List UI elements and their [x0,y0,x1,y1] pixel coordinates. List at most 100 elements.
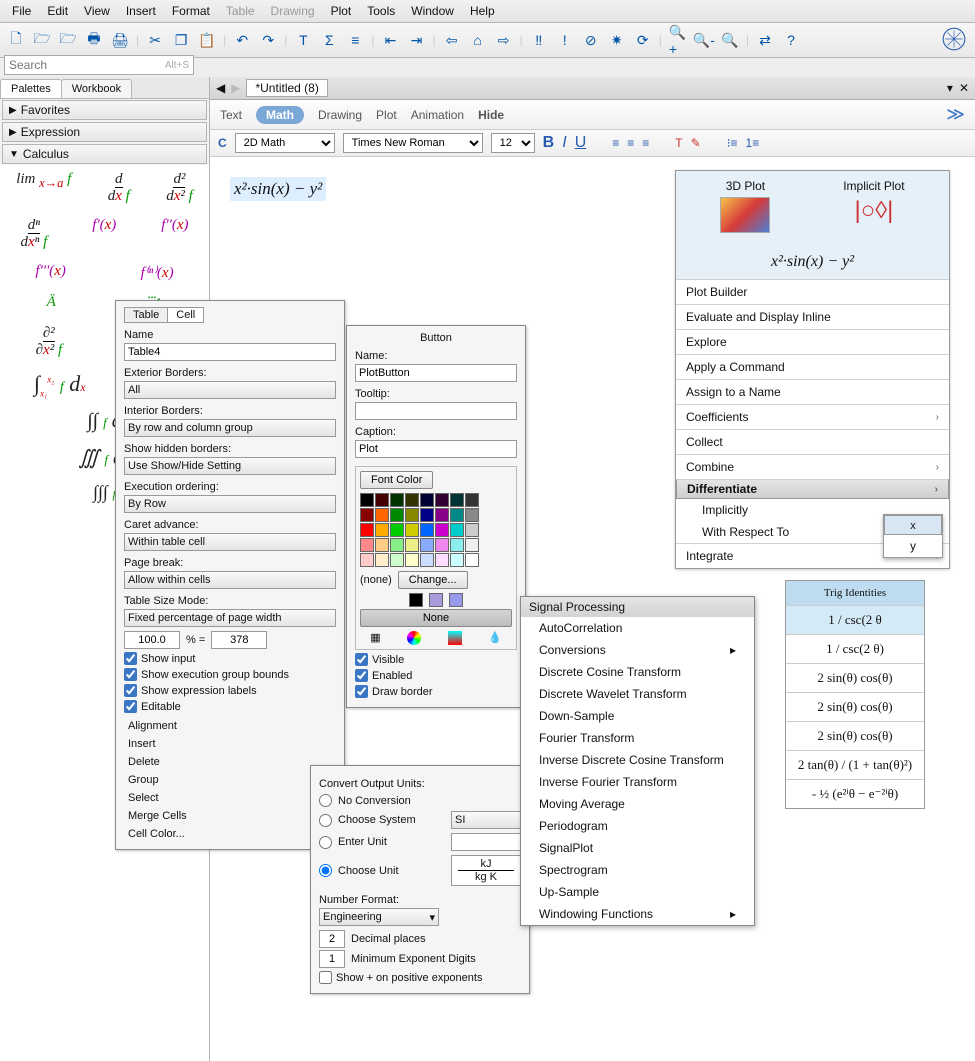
italic-icon[interactable]: I [562,134,566,152]
enterunit-radio[interactable] [319,836,332,849]
stop-icon[interactable]: ⊘ [581,30,601,50]
calc-limit[interactable]: lim x→a f [16,171,71,205]
menu-plot[interactable]: Plot [325,2,358,20]
menu-edit[interactable]: Edit [41,2,74,20]
restart-icon[interactable]: ⟳ [633,30,653,50]
ctx-explore[interactable]: Explore [676,329,949,354]
bullets-icon[interactable]: ⁝≡ [727,136,738,150]
decimals-input[interactable] [319,930,345,948]
action-alignment[interactable]: Alignment [124,717,336,735]
math-mode-select[interactable]: 2D Math [235,133,335,153]
calc-fn[interactable]: f⁽ⁿ⁾(x) [141,263,174,282]
ext-borders-select[interactable]: All [124,381,336,399]
choosesys-radio[interactable] [319,814,332,827]
search-input[interactable]: Search Alt+S [4,55,194,75]
calc-dndxn[interactable]: dⁿdxⁿ f [20,217,47,251]
sp-ift[interactable]: Inverse Fourier Transform [521,771,754,793]
show-group-check[interactable] [124,668,137,681]
sp-fourier[interactable]: Fourier Transform [521,727,754,749]
ctx-combine[interactable]: Combine› [676,454,949,479]
numlist-icon[interactable]: 1≡ [746,136,760,150]
ctx-assign-name[interactable]: Assign to a Name [676,379,949,404]
palette-icon[interactable]: ▦ [370,631,380,645]
hidden-borders-select[interactable]: Use Show/Hide Setting [124,457,336,475]
chooseunit-radio[interactable] [319,864,332,877]
trig-row-5[interactable]: - ½ (e²ⁱθ − e⁻²ⁱθ) [786,779,924,808]
back-icon[interactable]: ⇦ [442,30,462,50]
implicit-plot-option[interactable]: Implicit Plot |○◊| [843,179,904,237]
menu-tools[interactable]: Tools [361,2,401,20]
pgbrk-select[interactable]: Allow within cells [124,571,336,589]
noconv-radio[interactable] [319,794,332,807]
palette-tab-workbook[interactable]: Workbook [61,79,132,98]
calc-ftprime[interactable]: f'''(x) [35,263,65,282]
tab-plot[interactable]: Plot [376,108,397,122]
menu-table[interactable]: Table [220,2,261,20]
menu-view[interactable]: View [78,2,116,20]
font-color-button[interactable]: Font Color [360,471,433,489]
dlg-tab-cell[interactable]: Cell [168,307,204,323]
trig-row-4[interactable]: 2 tan(θ) / (1 + tan(θ)²) [786,750,924,779]
underline-icon[interactable]: U [575,134,587,152]
align-left-icon[interactable]: ≡ [612,136,619,150]
btn-caption-input[interactable] [355,440,517,458]
open2-icon[interactable]: 🗁 [58,30,78,50]
recent-color-3[interactable] [449,593,463,607]
btn-tooltip-input[interactable] [355,402,517,420]
sp-idct[interactable]: Inverse Discrete Cosine Transform [521,749,754,771]
next-tab-icon[interactable]: ▶ [231,81,240,95]
sp-dct[interactable]: Discrete Cosine Transform [521,661,754,683]
enterunit-input[interactable] [451,833,521,851]
show-input-check[interactable] [124,652,137,665]
expand-icon[interactable]: ≫ [946,104,965,125]
menu-drawing[interactable]: Drawing [265,2,321,20]
sp-periodogram[interactable]: Periodogram [521,815,754,837]
numfmt-select[interactable]: Engineering▾ [319,908,439,926]
drawborder-check[interactable] [355,685,368,698]
sp-dwt[interactable]: Discrete Wavelet Transform [521,683,754,705]
trig-row-3[interactable]: 2 sin(θ) cos(θ) [786,721,924,750]
color-wheel-icon[interactable] [407,631,421,645]
expression-text[interactable]: x²·sin(x) − y² [230,177,326,201]
exec-single-icon[interactable]: ! [555,30,575,50]
menu-window[interactable]: Window [405,2,460,20]
help-icon[interactable]: ? [781,30,801,50]
trig-row-2[interactable]: 2 sin(θ) cos(θ) [786,692,924,721]
size-mode-select[interactable]: Fixed percentage of page width [124,609,336,627]
debug-icon[interactable]: ✷ [607,30,627,50]
gradient-icon[interactable] [448,631,462,645]
calc-int[interactable]: ∫x₁x₂ f dx [34,371,86,398]
dlg-tab-table[interactable]: Table [124,307,168,323]
home-icon[interactable]: ⌂ [468,30,488,50]
show-labels-check[interactable] [124,684,137,697]
toggle-icon[interactable]: ⇄ [755,30,775,50]
dropdown-icon[interactable]: ▾ [947,81,953,95]
action-cellcolor[interactable]: Cell Color... [124,825,336,843]
btn-name-input[interactable] [355,364,517,382]
calc-fprime[interactable]: f'(x) [92,217,116,251]
indent-icon[interactable]: ⇥ [407,30,427,50]
cut-icon[interactable]: ✂ [145,30,165,50]
editable-check[interactable] [124,700,137,713]
tab-math[interactable]: Math [256,106,304,124]
none-color-button[interactable]: None [360,609,512,627]
exec-icon[interactable]: ‼ [529,30,549,50]
paste-icon[interactable]: 📋 [197,30,217,50]
insert-math-icon[interactable]: Σ [319,30,339,50]
print-icon[interactable]: 🖨 [110,30,130,50]
insert-text-icon[interactable]: T [293,30,313,50]
new-doc-icon[interactable]: 🗋 [6,30,26,50]
palette-section-calculus[interactable]: ▼Calculus [2,144,207,164]
fwd-icon[interactable]: ⇨ [494,30,514,50]
zoom-in-icon[interactable]: 🔍+ [668,30,688,50]
menu-format[interactable]: Format [166,2,216,20]
plot3d-option[interactable]: 3D Plot [720,179,770,237]
expdigits-input[interactable] [319,950,345,968]
px-input[interactable] [211,631,267,649]
sp-upsample[interactable]: Up-Sample [521,881,754,903]
redo-icon[interactable]: ↷ [258,30,278,50]
size-select[interactable]: 12 [491,133,535,153]
outdent-icon[interactable]: ⇤ [381,30,401,50]
calc-iiint-full[interactable]: ∫∫∫ f [93,482,116,503]
sp-spectrogram[interactable]: Spectrogram [521,859,754,881]
